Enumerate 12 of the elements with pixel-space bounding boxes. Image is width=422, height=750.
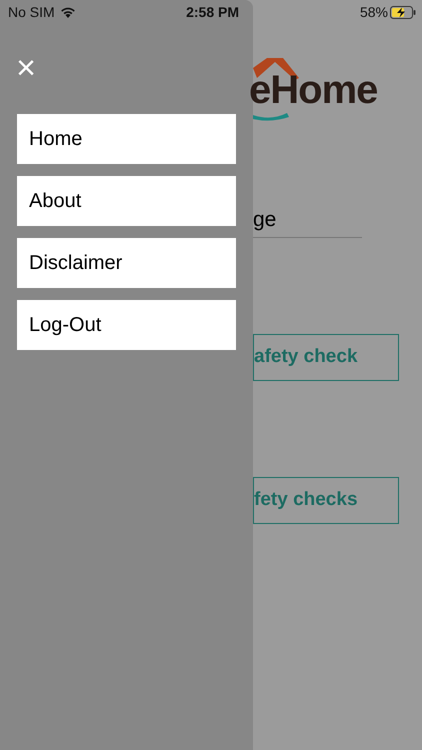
menu-item[interactable]: About	[17, 176, 236, 226]
carrier-text: No SIM	[8, 2, 55, 22]
wifi-icon	[60, 6, 76, 18]
close-button[interactable]: ×	[14, 56, 38, 80]
battery-text: 58%	[360, 2, 388, 22]
menu-item[interactable]: Log-Out	[17, 300, 236, 350]
logo-text: eHome	[249, 70, 378, 110]
menu-item[interactable]: Disclaimer	[17, 238, 236, 288]
menu-item[interactable]: Home	[17, 114, 236, 164]
clock-text: 2:58 PM	[186, 2, 239, 22]
swoosh-icon	[253, 111, 289, 121]
text-field[interactable]: ge	[253, 204, 362, 238]
